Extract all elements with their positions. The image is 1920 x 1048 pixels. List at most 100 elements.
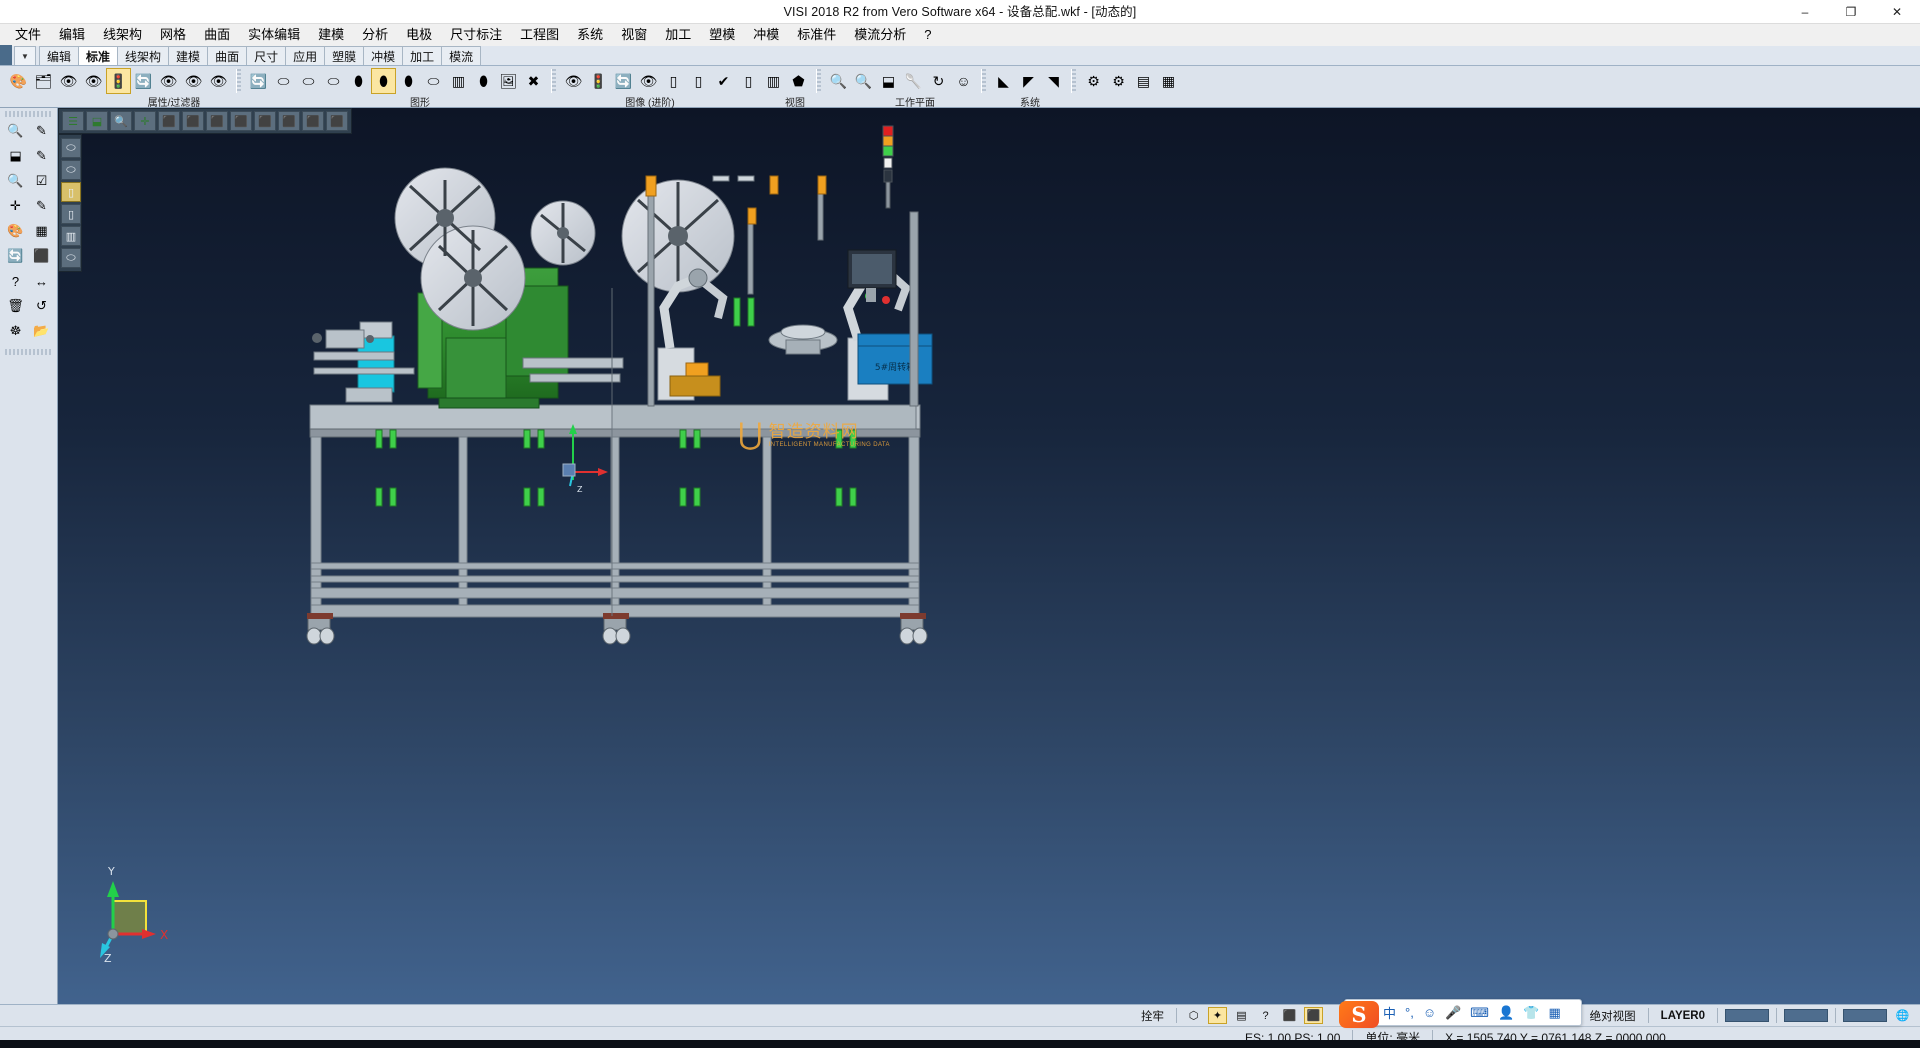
status-chip-2[interactable] (1784, 1009, 1828, 1022)
render-shaded-icon[interactable]: ▯ (61, 182, 81, 202)
ribbon-tab-2[interactable]: 线架构 (117, 46, 169, 65)
zoom-window-icon[interactable]: 🔍 (826, 68, 851, 94)
select-check-icon[interactable]: ☑ (29, 169, 54, 193)
pan-view-icon[interactable]: 🥄 (901, 68, 926, 94)
snap-box-icon[interactable]: ⬛ (1304, 1007, 1323, 1024)
ime-floating-toolbar[interactable]: S 中°,☺🎤⌨👤👕▦ (1344, 999, 1582, 1026)
render-section-icon[interactable]: ▥ (61, 226, 81, 246)
snap-grid-icon[interactable]: ✦ (1208, 1007, 1227, 1024)
menu-item-2[interactable]: 线架构 (94, 24, 151, 46)
section-view-icon[interactable]: ▥ (446, 68, 471, 94)
refresh-view-icon[interactable]: 🔄 (131, 68, 156, 94)
undo-icon[interactable]: ↺ (29, 294, 54, 318)
ime-keyboard[interactable]: ⌨ (1470, 1005, 1489, 1021)
render-grey-icon[interactable]: ⬭ (61, 248, 81, 268)
dynamic-rotate-icon[interactable]: 🔄 (611, 68, 636, 94)
zoom-icon[interactable]: 🔍 (110, 111, 132, 131)
hidden-line-icon[interactable]: ⬭ (296, 68, 321, 94)
fit-view-icon[interactable]: ⬓ (876, 68, 901, 94)
menu-item-3[interactable]: 网格 (151, 24, 195, 46)
traffic-light-filter-icon[interactable]: 🚦 (106, 68, 131, 94)
ribbon-tab-9[interactable]: 加工 (402, 46, 442, 65)
render-wheel-icon[interactable]: ☸ (3, 319, 28, 343)
workplane-rotate-icon[interactable]: ◥ (1041, 68, 1066, 94)
status-chip-3[interactable] (1843, 1009, 1887, 1022)
view-shaded-icon[interactable]: ⬛ (326, 111, 348, 131)
ribbon-tab-10[interactable]: 模流 (441, 46, 481, 65)
menu-item-11[interactable]: 系统 (568, 24, 612, 46)
toggle-visibility-icon[interactable]: 👁 (156, 68, 181, 94)
ime-mode-chinese[interactable]: 中 (1383, 1003, 1396, 1022)
cyan-cylinder-icon[interactable]: ▯ (686, 68, 711, 94)
clear-render-icon[interactable]: ✖ (521, 68, 546, 94)
menu-item-5[interactable]: 实体编辑 (239, 24, 309, 46)
cyan-shade-icon[interactable]: ▯ (736, 68, 761, 94)
plane-grid-icon[interactable]: ▦ (29, 219, 54, 243)
menu-item-8[interactable]: 电极 (397, 24, 441, 46)
solid-box-icon[interactable]: ⬛ (29, 244, 54, 268)
active-layer-label[interactable]: LAYER0 (1656, 1010, 1710, 1022)
check-green-icon[interactable]: ✔ (711, 68, 736, 94)
shaded-face-icon[interactable]: ☺ (951, 68, 976, 94)
system-settings-icon[interactable]: ⚙ (1081, 68, 1106, 94)
minimize-button[interactable]: – (1782, 0, 1828, 24)
ribbon-tab-4[interactable]: 曲面 (207, 46, 247, 65)
zoom-entity-icon[interactable]: 🔍 (3, 119, 28, 143)
maximize-button[interactable]: ❐ (1828, 0, 1874, 24)
edit-geometry-icon[interactable]: ✎ (29, 119, 54, 143)
menu-item-4[interactable]: 曲面 (195, 24, 239, 46)
regenerate-icon[interactable]: 🔄 (246, 68, 271, 94)
menu-item-10[interactable]: 工程图 (511, 24, 568, 46)
3d-viewport[interactable]: 5#周转箱 (58, 108, 1920, 1014)
ime-toolbox[interactable]: ▦ (1548, 1005, 1560, 1021)
add-view-icon[interactable]: 👁 (561, 68, 586, 94)
render-export-icon[interactable]: ⬮ (471, 68, 496, 94)
blue-cylinder-icon[interactable]: ▯ (661, 68, 686, 94)
menu-item-13[interactable]: 加工 (656, 24, 700, 46)
axis-move-icon[interactable]: ✛ (3, 194, 28, 218)
render-wireframe-icon[interactable]: ⬭ (61, 138, 81, 158)
view-bottom-icon[interactable]: ⬛ (302, 111, 324, 131)
view-top-icon[interactable]: ⬛ (206, 111, 228, 131)
transform-icon[interactable]: ⬓ (3, 144, 28, 168)
ribbon-tab-1[interactable]: 标准 (78, 46, 118, 65)
axis-icon[interactable]: ✛ (134, 111, 156, 131)
globe-icon[interactable]: 🌐 (1893, 1007, 1912, 1024)
color-palette-icon[interactable]: 🎨 (6, 68, 31, 94)
remove-visibility-icon[interactable]: 👁 (206, 68, 231, 94)
image-capture-icon[interactable]: 🖼 (496, 68, 521, 94)
curve-edit-icon[interactable]: ✎ (29, 144, 54, 168)
zoom-all-icon[interactable]: 🔍 (851, 68, 876, 94)
snap-midpoint-icon[interactable]: ▤ (1232, 1007, 1251, 1024)
shaded-solid-icon[interactable]: ⬮ (371, 68, 396, 94)
sogou-logo-icon[interactable]: S (1339, 1001, 1379, 1028)
snap-entity-icon[interactable]: ⬛ (1280, 1007, 1299, 1024)
open-folder-icon[interactable]: 📂 (29, 319, 54, 343)
show-entity-icon[interactable]: 👁 (56, 68, 81, 94)
menu-item-17[interactable]: 模流分析 (845, 24, 915, 46)
fit-window-icon[interactable]: ⬓ (86, 111, 108, 131)
view-front-icon[interactable]: ⬛ (182, 111, 204, 131)
shaded-transparent-icon[interactable]: ⬮ (396, 68, 421, 94)
navy-shield-icon[interactable]: ⬟ (786, 68, 811, 94)
menu-item-7[interactable]: 分析 (353, 24, 397, 46)
view-back-icon[interactable]: ⬛ (278, 111, 300, 131)
spline-edit-icon[interactable]: ✎ (29, 194, 54, 218)
preferences-icon[interactable]: ⚙ (1106, 68, 1131, 94)
add-visibility-icon[interactable]: 👁 (181, 68, 206, 94)
view-mode-label[interactable]: 绝对视图 (1585, 1008, 1641, 1024)
ime-skin[interactable]: 👕 (1523, 1005, 1539, 1021)
ribbon-tab-8[interactable]: 冲模 (363, 46, 403, 65)
snap-endpoint-icon[interactable]: ⬡ (1184, 1007, 1203, 1024)
stripe-icon[interactable]: ▥ (761, 68, 786, 94)
menu-item-14[interactable]: 塑模 (700, 24, 744, 46)
menu-item-6[interactable]: 建模 (309, 24, 353, 46)
workplane-define-icon[interactable]: ◣ (991, 68, 1016, 94)
refresh-icon[interactable]: 🔄 (3, 244, 28, 268)
calculator-icon[interactable]: ▤ (1131, 68, 1156, 94)
ribbon-tab-7[interactable]: 塑膜 (324, 46, 364, 65)
ribbon-dropdown-icon[interactable]: ▼ (14, 46, 36, 65)
view-left-icon[interactable]: ⬛ (254, 111, 276, 131)
ime-emoji[interactable]: ☺ (1423, 1005, 1436, 1020)
view-plus-minus-icon[interactable]: 👁 (636, 68, 661, 94)
